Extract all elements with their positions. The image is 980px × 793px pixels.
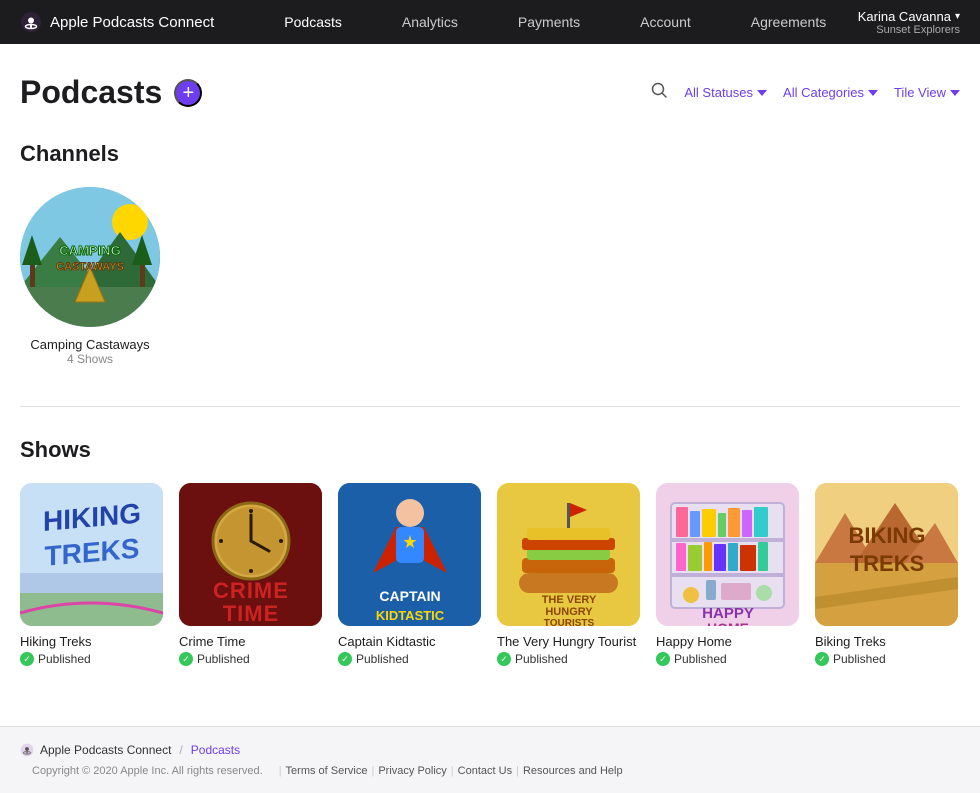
show-artwork-hiking: HIKING TREKS bbox=[20, 483, 163, 626]
svg-text:KIDTASTIC: KIDTASTIC bbox=[376, 608, 445, 623]
svg-text:BIKING: BIKING bbox=[849, 523, 926, 548]
nav-agreements[interactable]: Agreements bbox=[721, 0, 856, 44]
footer-breadcrumb-sep: / bbox=[179, 743, 182, 757]
channel-artwork: CAMPING CASTAWAYS bbox=[20, 187, 160, 327]
search-icon[interactable] bbox=[650, 81, 668, 104]
svg-text:CAPTAIN: CAPTAIN bbox=[379, 588, 440, 604]
footer-contact-link[interactable]: Contact Us bbox=[458, 765, 512, 777]
show-card-crime-time[interactable]: CRIME TIME Crime Time ✓ Published bbox=[179, 483, 322, 666]
page-title: Podcasts bbox=[20, 74, 162, 111]
show-card-captain-kidtastic[interactable]: CAPTAIN KIDTASTIC Captain Kidtastic ✓ Pu… bbox=[338, 483, 481, 666]
channel-card[interactable]: CAMPING CASTAWAYS Camping Castaways 4 Sh… bbox=[20, 187, 160, 366]
footer-podcasts-link[interactable]: Podcasts bbox=[191, 743, 240, 757]
footer-podcast-icon bbox=[20, 743, 34, 757]
shows-section: Shows HIKING TREKS bbox=[20, 437, 960, 666]
svg-text:HUNGRY: HUNGRY bbox=[545, 606, 593, 618]
show-card-biking-treks[interactable]: BIKING TREKS Biking Treks ✓ Published bbox=[815, 483, 958, 666]
footer-privacy-link[interactable]: Privacy Policy bbox=[378, 765, 446, 777]
show-name: Hiking Treks bbox=[20, 634, 163, 649]
page-header: Podcasts + All Statuses All Categories T… bbox=[20, 74, 960, 111]
status-dot: ✓ bbox=[338, 652, 352, 666]
status-dot: ✓ bbox=[20, 652, 34, 666]
view-selector[interactable]: Tile View bbox=[894, 85, 960, 100]
show-artwork-hungry: THE VERY HUNGRY TOURISTS bbox=[497, 483, 640, 626]
user-subtitle: Sunset Explorers bbox=[876, 24, 960, 36]
nav-account[interactable]: Account bbox=[610, 0, 721, 44]
svg-text:THE VERY: THE VERY bbox=[542, 594, 597, 606]
show-artwork-biking: BIKING TREKS bbox=[815, 483, 958, 626]
nav-podcasts[interactable]: Podcasts bbox=[254, 0, 372, 44]
show-name: Crime Time bbox=[179, 634, 322, 649]
show-artwork-happy: HAPPY HOME bbox=[656, 483, 799, 626]
show-card-hungry-tourist[interactable]: THE VERY HUNGRY TOURISTS The Very Hungry… bbox=[497, 483, 640, 666]
chevron-down-icon: ▾ bbox=[955, 11, 960, 22]
section-divider bbox=[20, 406, 960, 407]
footer: Apple Podcasts Connect / Podcasts Copyri… bbox=[0, 726, 980, 793]
show-artwork-captain: CAPTAIN KIDTASTIC bbox=[338, 483, 481, 626]
main-nav: Podcasts Analytics Payments Account Agre… bbox=[254, 0, 857, 44]
footer-brand[interactable]: Apple Podcasts Connect bbox=[20, 743, 171, 757]
page-title-row: Podcasts + bbox=[20, 74, 202, 111]
podcast-icon bbox=[20, 11, 42, 33]
show-status: ✓ Published bbox=[815, 652, 958, 666]
show-status: ✓ Published bbox=[20, 652, 163, 666]
footer-resources-link[interactable]: Resources and Help bbox=[523, 765, 623, 777]
show-status: ✓ Published bbox=[179, 652, 322, 666]
all-statuses-filter[interactable]: All Statuses bbox=[684, 85, 767, 100]
channels-title: Channels bbox=[20, 141, 960, 167]
show-name: The Very Hungry Tourist bbox=[497, 634, 640, 649]
show-artwork-crime: CRIME TIME bbox=[179, 483, 322, 626]
svg-text:TIME: TIME bbox=[223, 601, 280, 626]
show-card-hiking-treks[interactable]: HIKING TREKS Hiking Treks ✓ Published bbox=[20, 483, 163, 666]
svg-text:TREKS: TREKS bbox=[850, 551, 925, 576]
show-name: Captain Kidtastic bbox=[338, 634, 481, 649]
shows-title: Shows bbox=[20, 437, 960, 463]
show-name: Biking Treks bbox=[815, 634, 958, 649]
user-menu[interactable]: Karina Cavanna ▾ Sunset Explorers bbox=[858, 9, 960, 36]
show-status: ✓ Published bbox=[656, 652, 799, 666]
show-status: ✓ Published bbox=[338, 652, 481, 666]
footer-terms-link[interactable]: Terms of Service bbox=[286, 765, 368, 777]
show-name: Happy Home bbox=[656, 634, 799, 649]
brand[interactable]: Apple Podcasts Connect bbox=[20, 11, 214, 33]
add-podcast-button[interactable]: + bbox=[174, 79, 202, 107]
footer-top: Apple Podcasts Connect / Podcasts bbox=[20, 743, 960, 757]
svg-text:CASTAWAYS: CASTAWAYS bbox=[56, 261, 124, 273]
status-dot: ✓ bbox=[815, 652, 829, 666]
show-card-happy-home[interactable]: HAPPY HOME Happy Home ✓ Published bbox=[656, 483, 799, 666]
channels-section: Channels bbox=[20, 141, 960, 366]
status-dot: ✓ bbox=[179, 652, 193, 666]
svg-text:HOME: HOME bbox=[707, 620, 749, 626]
status-dot: ✓ bbox=[656, 652, 670, 666]
footer-copyright: Copyright © 2020 Apple Inc. All rights r… bbox=[32, 765, 263, 777]
nav-analytics[interactable]: Analytics bbox=[372, 0, 488, 44]
show-status: ✓ Published bbox=[497, 652, 640, 666]
user-name: Karina Cavanna ▾ bbox=[858, 9, 960, 24]
svg-text:TOURISTS: TOURISTS bbox=[544, 618, 595, 626]
footer-links-row: Copyright © 2020 Apple Inc. All rights r… bbox=[20, 765, 960, 777]
page-controls: All Statuses All Categories Tile View bbox=[650, 81, 960, 104]
shows-grid: HIKING TREKS Hiking Treks ✓ Published bbox=[20, 483, 960, 666]
svg-text:CAMPING: CAMPING bbox=[59, 243, 120, 258]
channel-shows-count: 4 Shows bbox=[67, 352, 113, 366]
all-categories-filter[interactable]: All Categories bbox=[783, 85, 878, 100]
status-dot: ✓ bbox=[497, 652, 511, 666]
nav-payments[interactable]: Payments bbox=[488, 0, 610, 44]
header: Apple Podcasts Connect Podcasts Analytic… bbox=[0, 0, 980, 44]
svg-text:CRIME: CRIME bbox=[213, 578, 289, 603]
main-content: Podcasts + All Statuses All Categories T… bbox=[0, 44, 980, 726]
channel-name: Camping Castaways bbox=[30, 337, 149, 352]
